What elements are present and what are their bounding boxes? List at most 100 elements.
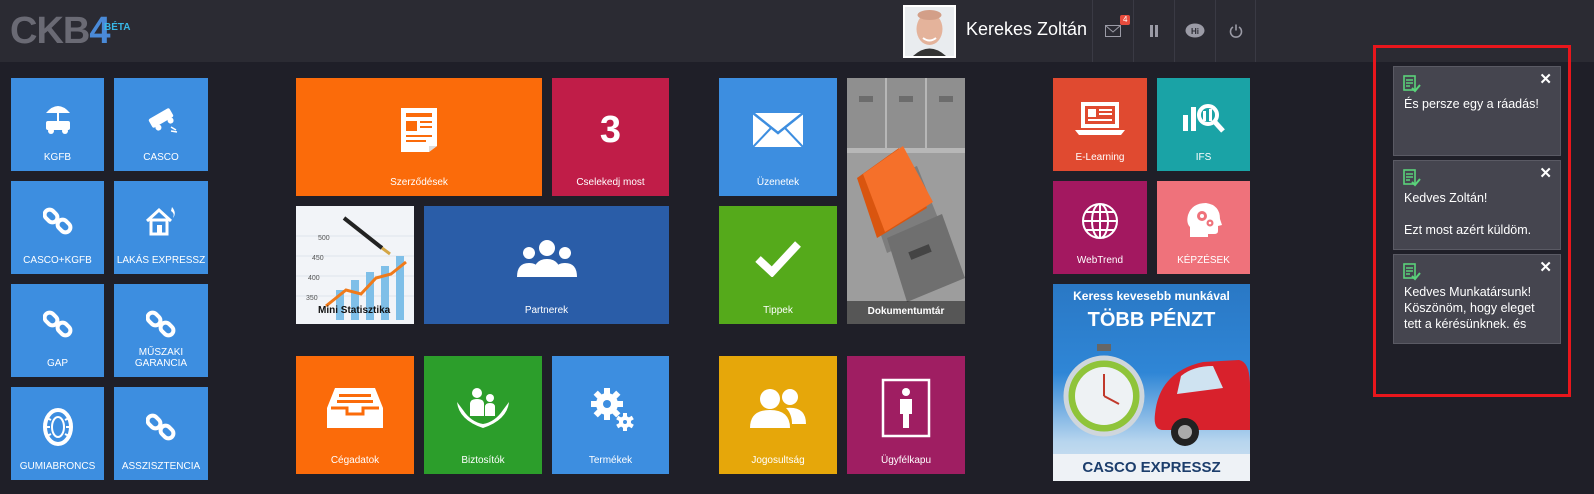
tile-label: Ügyfélkapu xyxy=(880,455,932,466)
close-icon[interactable]: ✕ xyxy=(1539,164,1552,182)
link-icon xyxy=(146,310,176,337)
banner-headline: TÖBB PÉNZT xyxy=(1087,309,1216,331)
gears-icon xyxy=(590,388,634,431)
tile-cselekedj-most[interactable]: 3 Cselekedj most xyxy=(552,78,669,196)
tile-label: Tippek xyxy=(763,305,793,316)
tile-label: WebTrend xyxy=(1076,255,1124,266)
tile-muszaki-garancia[interactable]: MŰSZAKI GARANCIA xyxy=(114,284,208,377)
checkmark-icon xyxy=(755,241,801,277)
chat-button[interactable]: Hi xyxy=(1174,0,1215,62)
tire-icon xyxy=(42,407,73,446)
notification-card[interactable]: ✕ És persze egy a ráadás! xyxy=(1393,66,1561,156)
tile-cegadatok[interactable]: Cégadatok xyxy=(296,356,414,474)
tile-label: GAP xyxy=(46,358,69,369)
door-person-icon xyxy=(881,378,931,438)
stopwatch-car-image xyxy=(1063,344,1250,446)
tile-szerzodesek[interactable]: Szerződések xyxy=(296,78,542,196)
tile-webtrend[interactable]: WebTrend xyxy=(1053,181,1147,274)
notification-card[interactable]: ✕ Kedves Munkatársunk! Köszönöm, hogy el… xyxy=(1393,254,1561,344)
tile-label: LAKÁS EXPRESSZ xyxy=(116,255,206,266)
car-crash-icon xyxy=(148,107,178,133)
banner-tagline: Keress kevesebb munkával xyxy=(1073,289,1230,303)
tile-kgfb[interactable]: KGFB xyxy=(11,78,104,171)
toolbar-icons: 4 Hi xyxy=(1092,0,1256,62)
tile-partnerek[interactable]: Partnerek xyxy=(424,206,669,324)
close-icon[interactable]: ✕ xyxy=(1539,258,1552,276)
tile-label: KGFB xyxy=(43,152,72,163)
checklist-icon xyxy=(1403,263,1421,281)
link-icon xyxy=(146,413,176,440)
message-count-badge: 4 xyxy=(1120,15,1131,25)
tile-casco-kgfb[interactable]: CASCO+KGFB xyxy=(11,181,104,274)
notification-card[interactable]: ✕ Kedves Zoltán! Ezt most azért küldöm. xyxy=(1393,160,1561,250)
notification-text: Kedves Zoltán! Ezt most azért küldöm. xyxy=(1404,191,1532,237)
notification-text: Kedves Munkatársunk! Köszönöm, hogy eleg… xyxy=(1404,285,1535,331)
tile-label: Üzenetek xyxy=(756,177,800,188)
tile-gumiabroncs[interactable]: GUMIABRONCS xyxy=(11,387,104,480)
globe-icon xyxy=(1082,202,1118,239)
pause-icon xyxy=(1150,25,1158,37)
chat-hi-icon: Hi xyxy=(1185,23,1205,38)
checklist-icon xyxy=(1403,169,1421,187)
tile-kepzesek[interactable]: KÉPZÉSEK xyxy=(1157,181,1250,274)
tile-label: Dokumentumtár xyxy=(847,301,965,324)
notification-text: És persze egy a ráadás! xyxy=(1404,97,1539,111)
app-logo[interactable]: CKB4 BÉTA xyxy=(10,12,130,50)
banner-product: CASCO EXPRESSZ xyxy=(1053,454,1250,481)
tile-label: Termékek xyxy=(588,455,633,466)
tile-label: Biztosítók xyxy=(461,455,505,466)
tile-label: Cégadatok xyxy=(330,455,380,466)
logout-button[interactable] xyxy=(1215,0,1256,62)
tile-label: GUMIABRONCS xyxy=(19,461,96,472)
tile-ugyfelkapu[interactable]: Ügyfélkapu xyxy=(847,356,965,474)
document-icon xyxy=(401,108,437,152)
close-icon[interactable]: ✕ xyxy=(1539,70,1552,88)
tile-casco[interactable]: CASCO xyxy=(114,78,208,171)
link-icon xyxy=(42,207,72,234)
tile-label: CASCO+KGFB xyxy=(23,255,92,266)
user-name[interactable]: Kerekes Zoltán xyxy=(966,19,1087,40)
tile-biztositok[interactable]: Biztosítók xyxy=(424,356,542,474)
tile-label: E-Learning xyxy=(1075,152,1125,163)
tile-uzenetek[interactable]: Üzenetek xyxy=(719,78,837,196)
svg-text:Hi: Hi xyxy=(1191,27,1199,36)
tile-label: Partnerek xyxy=(524,305,569,316)
laptop-icon xyxy=(1075,101,1125,135)
tile-dokumentumtar[interactable]: Dokumentumtár xyxy=(847,78,965,324)
user-avatar[interactable] xyxy=(903,5,956,58)
file-cabinet-image xyxy=(847,78,965,324)
checklist-icon xyxy=(1403,75,1421,93)
casco-expressz-banner[interactable]: Keress kevesebb munkával TÖBB PÉNZT CASC… xyxy=(1053,284,1250,481)
tile-ifs[interactable]: IFS xyxy=(1157,78,1250,171)
inbox-tray-icon xyxy=(327,388,383,428)
tile-asszisztencia[interactable]: ASSZISZTENCIA xyxy=(114,387,208,480)
tile-gap[interactable]: GAP xyxy=(11,284,104,377)
svg-text:450: 450 xyxy=(312,255,324,262)
tile-label: ASSZISZTENCIA xyxy=(121,461,201,472)
tile-lakas-expressz[interactable]: LAKÁS EXPRESSZ xyxy=(114,181,208,274)
tile-label: IFS xyxy=(1195,152,1212,163)
tile-tippek[interactable]: Tippek xyxy=(719,206,837,324)
head-gears-icon xyxy=(1186,202,1222,237)
tile-e-learning[interactable]: E-Learning xyxy=(1053,78,1147,171)
people-group-icon xyxy=(516,240,577,277)
tile-label: MŰSZAKI GARANCIA xyxy=(134,347,188,369)
tile-label: KÉPZÉSEK xyxy=(1177,255,1230,266)
family-hands-icon xyxy=(457,388,509,428)
power-icon xyxy=(1229,24,1242,38)
svg-text:350: 350 xyxy=(306,295,318,302)
tile-jogosultsag[interactable]: Jogosultság xyxy=(719,356,837,474)
top-bar: CKB4 BÉTA Kerekes Zoltán 4 Hi xyxy=(0,0,1594,62)
messages-button[interactable]: 4 xyxy=(1092,0,1133,62)
tile-mini-statisztika[interactable]: 500 450 400 350 Mini Statisztika xyxy=(296,206,414,324)
tile-label: Cselekedj most xyxy=(576,177,645,188)
tile-label: Jogosultság xyxy=(751,455,805,466)
tile-label: Szerződések xyxy=(390,177,448,188)
envelope-icon xyxy=(752,112,804,148)
mail-icon xyxy=(1105,25,1121,37)
users-icon xyxy=(750,389,806,428)
pause-button[interactable] xyxy=(1133,0,1174,62)
tile-label: CASCO xyxy=(143,152,179,163)
tile-termekek[interactable]: Termékek xyxy=(552,356,669,474)
link-icon xyxy=(42,310,72,337)
